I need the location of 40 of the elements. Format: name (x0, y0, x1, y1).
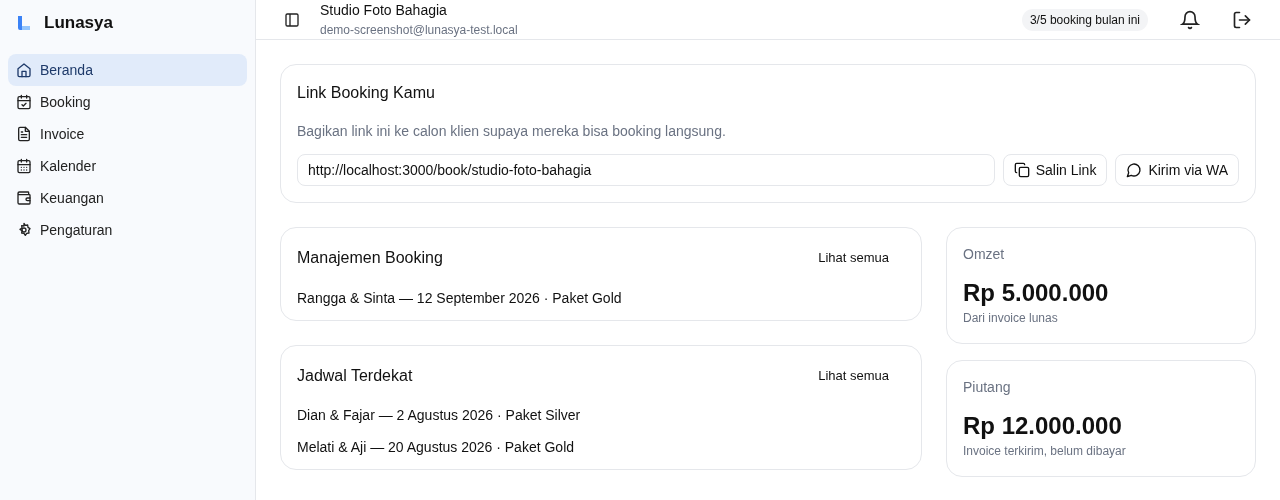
logout-icon[interactable] (1232, 9, 1252, 30)
card-title: Manajemen Booking (297, 248, 443, 268)
brand-name: Lunasya (44, 12, 113, 35)
settings-icon (16, 222, 32, 238)
card-title: Jadwal Terdekat (297, 365, 413, 386)
copy-link-button[interactable]: Salin Link (1002, 154, 1108, 186)
quota-badge: 3/5 booking bulan ini (1021, 8, 1148, 31)
calendar-check-icon (16, 94, 32, 110)
view-all-link[interactable]: Lihat semua (806, 361, 901, 389)
wallet-icon (16, 190, 32, 206)
sidebar-item[interactable]: Kalender (8, 150, 247, 182)
calendar-icon (16, 158, 32, 174)
booking-link-field[interactable]: http://localhost:3000/book/studio-foto-bahagia (297, 154, 995, 186)
stat-value: Rp 12.000.000 (963, 411, 1123, 441)
stat-label: Piutang (963, 378, 1012, 397)
account-email: demo-screenshot@lunasya-test.local (320, 22, 518, 39)
stat-note: Invoice terkirim, belum dibayar (963, 443, 1127, 460)
stat-note: Dari invoice lunas (963, 310, 1059, 327)
sidebar-toggle-icon[interactable] (284, 11, 300, 28)
view-all-link[interactable]: Lihat semua (806, 244, 901, 272)
sidebar-item[interactable]: Keuangan (8, 182, 247, 214)
sidebar-item[interactable]: Invoice (8, 118, 247, 150)
copy-icon (1013, 162, 1030, 178)
stat-label: Omzet (963, 245, 1006, 264)
notification-bell-icon[interactable] (1180, 9, 1200, 30)
card-title: Link Booking Kamu (297, 83, 436, 103)
card-description: Bagikan link ini ke calon klien supaya mereka bisa booking langsung. (297, 122, 727, 141)
stat-value: Rp 5.000.000 (963, 278, 1110, 308)
list-entry: Rangga & Sinta — 12 September 2026 · Paket Gold (297, 288, 623, 308)
sidebar-item[interactable]: Beranda (8, 54, 247, 86)
chat-bubble-icon (1126, 162, 1143, 178)
logo-icon (16, 15, 32, 31)
list-entry: Dian & Fajar — 2 Agustus 2026 · Paket Silver (297, 406, 582, 425)
studio-name: Studio Foto Bahagia (320, 1, 448, 20)
home-icon (16, 62, 32, 78)
sidebar-item[interactable]: Pengaturan (8, 214, 247, 246)
document-icon (16, 126, 32, 142)
whatsapp-button[interactable]: Kirim via WA (1115, 154, 1239, 186)
sidebar-item[interactable]: Booking (8, 86, 247, 118)
list-entry: Melati & Aji — 20 Agustus 2026 · Paket Gold (297, 438, 576, 457)
